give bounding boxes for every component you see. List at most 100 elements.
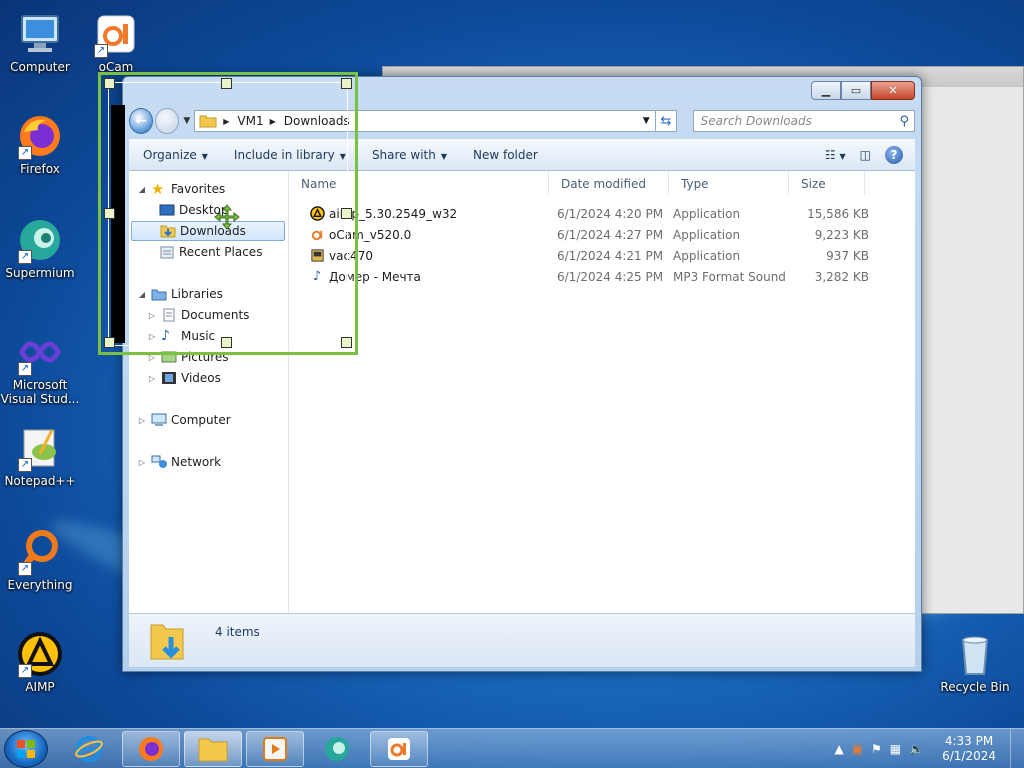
refresh-button[interactable]: ⇆ (656, 110, 677, 132)
desktop-icon-aimp[interactable]: ↗ AIMP (0, 630, 80, 694)
new-folder-button[interactable]: New folder (473, 148, 538, 162)
resize-handle-top-right[interactable] (341, 78, 352, 89)
resize-handle-bottom-right[interactable] (341, 337, 352, 348)
search-input[interactable]: Search Downloads ⚲ (692, 110, 915, 132)
resize-handle-bottom-left[interactable] (104, 337, 115, 348)
media-player-icon (263, 737, 287, 761)
action-center-flag-icon[interactable]: ⚑ (871, 742, 882, 756)
firefox-icon (139, 737, 163, 761)
view-options-button[interactable]: ☷ ▼ (825, 148, 846, 162)
desktop-icon-notepadpp[interactable]: ↗ Notepad++ (0, 424, 80, 488)
address-dropdown-icon[interactable]: ▼ (637, 116, 655, 126)
view-list-icon: ☷ (824, 147, 836, 162)
clock-date: 6/1/2024 (942, 749, 996, 763)
search-icon[interactable]: ⚲ (899, 114, 909, 129)
resize-handle-right[interactable] (341, 208, 352, 219)
taskbar-supermium[interactable] (308, 731, 366, 767)
desktop-icon-firefox[interactable]: ↗ Firefox (0, 112, 80, 176)
taskbar-firefox[interactable] (122, 731, 180, 767)
ocam-icon (388, 738, 410, 760)
file-row[interactable]: ♪ Домер - Мечта 6/1/2024 4:25 PM MP3 Form… (289, 266, 869, 287)
aimp-icon: ↗ (16, 630, 64, 678)
share-with-button[interactable]: Share with ▼ (372, 148, 447, 162)
move-cursor-icon (214, 204, 240, 230)
column-size[interactable]: Size (789, 171, 865, 195)
capture-region-frame[interactable] (98, 72, 358, 355)
system-tray: ▲ ▣ ⚑ ▦ 🔈 4:33 PM 6/1/2024 (830, 729, 1024, 768)
ocam-icon: ↗ (92, 10, 140, 58)
expand-arrow-icon[interactable]: ▷ (147, 374, 157, 383)
file-date: 6/1/2024 4:21 PM (557, 248, 664, 263)
windows-logo-icon (17, 740, 35, 758)
resize-handle-top[interactable] (221, 78, 232, 89)
taskbar-ocam[interactable] (370, 731, 428, 767)
start-button[interactable] (4, 730, 48, 768)
show-desktop-button[interactable] (1010, 729, 1024, 768)
network-tray-icon[interactable]: ▦ (890, 742, 901, 756)
share-with-label: Share with (371, 147, 436, 162)
item-count: 4 items (215, 624, 260, 639)
desktop-icon-label: Computer (10, 60, 70, 74)
videos-icon (162, 372, 176, 384)
refresh-icon: ⇆ (660, 113, 672, 129)
details-pane: 4 items (129, 613, 915, 667)
taskbar: ▲ ▣ ⚑ ▦ 🔈 4:33 PM 6/1/2024 (0, 728, 1024, 768)
notepadpp-icon: ↗ (16, 424, 64, 472)
computer-icon (151, 413, 167, 426)
search-placeholder: Search Downloads (700, 114, 812, 128)
file-type: MP3 Format Sound (673, 269, 786, 284)
file-row[interactable]: aimp_5.30.2549_w32 6/1/2024 4:20 PM Appl… (289, 203, 869, 224)
capture-region-strip (111, 105, 125, 343)
file-row[interactable]: oCam_v520.0 6/1/2024 4:27 PM Application… (289, 224, 869, 245)
preview-pane-button[interactable]: ◫ (860, 148, 871, 162)
shortcut-arrow-icon: ↗ (18, 362, 32, 376)
desktop-icon-everything[interactable]: ↗ Everything (0, 528, 80, 592)
desktop-icon-supermium[interactable]: ↗ Supermium (0, 216, 80, 280)
expand-arrow-icon[interactable]: ▷ (137, 458, 147, 467)
preview-pane-icon: ◫ (859, 147, 871, 162)
nav-videos[interactable]: ▷ Videos (147, 368, 221, 388)
nav-computer[interactable]: ▷ Computer (137, 410, 231, 430)
desktop-icon-label: Notepad++ (4, 474, 76, 488)
desktop-icon-label: Everything (7, 578, 73, 592)
downloads-folder-large-icon (150, 624, 184, 659)
nav-label: Computer (171, 413, 231, 427)
file-date: 6/1/2024 4:20 PM (557, 206, 664, 221)
column-date-modified[interactable]: Date modified (549, 171, 669, 195)
desktop-icon-recycle-bin[interactable]: Recycle Bin (935, 630, 1015, 694)
help-button[interactable]: ? (885, 145, 903, 164)
minimize-button[interactable]: ▁ (811, 81, 841, 100)
volume-icon[interactable]: 🔈 (909, 742, 924, 756)
desktop-icon-visual-studio[interactable]: ↗ Microsoft Visual Stud... (0, 328, 80, 406)
desktop-icon-computer[interactable]: Computer (0, 10, 80, 74)
clock[interactable]: 4:33 PM 6/1/2024 (942, 734, 996, 764)
resize-handle-left[interactable] (104, 208, 115, 219)
firefox-icon: ↗ (16, 112, 64, 160)
internet-explorer-icon (75, 736, 103, 762)
taskbar-media-player[interactable] (246, 731, 304, 767)
desktop-icon-label: Supermium (5, 266, 75, 280)
shortcut-arrow-icon: ↗ (18, 146, 32, 160)
maximize-button[interactable]: ▭ (841, 81, 871, 100)
show-hidden-icons-button[interactable]: ▲ (834, 742, 843, 756)
column-type[interactable]: Type (669, 171, 789, 195)
desktop-icon-ocam[interactable]: ↗ oCam (76, 10, 156, 74)
desktop-icon-label: Recycle Bin (940, 680, 1010, 694)
close-icon: ✕ (888, 84, 898, 97)
network-icon (151, 455, 167, 468)
taskbar-ie[interactable] (60, 731, 118, 767)
ocam-tray-icon[interactable]: ▣ (852, 742, 863, 756)
expand-arrow-icon[interactable]: ▷ (137, 416, 147, 425)
nav-network[interactable]: ▷ Network (137, 452, 221, 472)
caption-buttons: ▁ ▭ ✕ (811, 81, 915, 100)
resize-handle-top-left[interactable] (104, 78, 115, 89)
close-button[interactable]: ✕ (871, 81, 915, 100)
file-list[interactable]: Name Date modified Type Size aimp_5.30.2… (289, 171, 915, 613)
file-size: 3,282 KB (814, 269, 869, 284)
resize-handle-bottom[interactable] (221, 337, 232, 348)
recycle-bin-icon (951, 630, 999, 678)
file-row[interactable]: vac470 6/1/2024 4:21 PM Application 937 … (289, 245, 869, 266)
taskbar-explorer[interactable] (184, 731, 242, 767)
shortcut-arrow-icon: ↗ (18, 562, 32, 576)
shortcut-arrow-icon: ↗ (18, 664, 32, 678)
